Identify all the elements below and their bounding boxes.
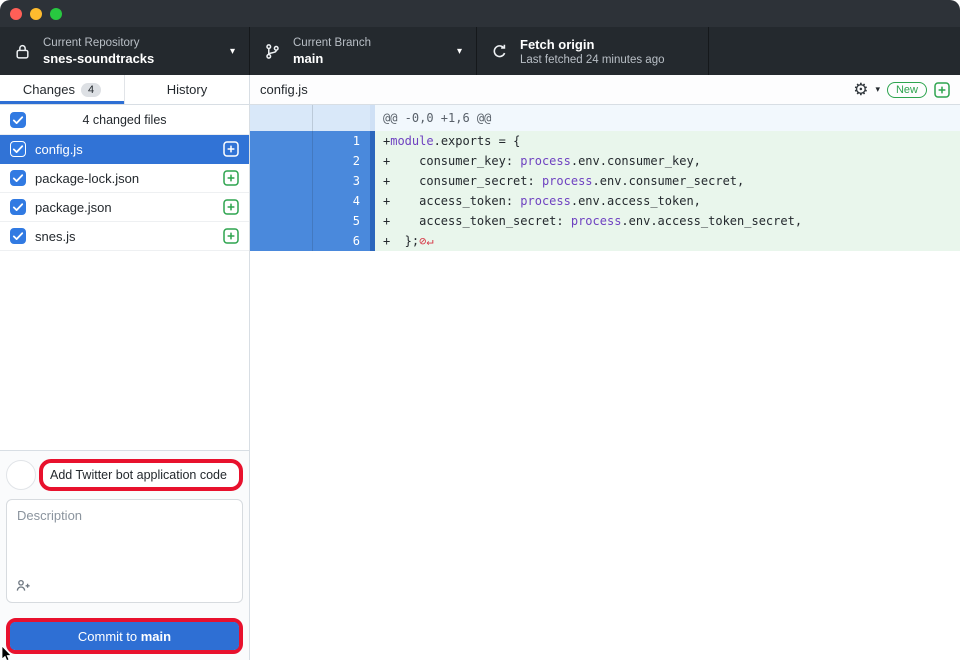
- chevron-down-icon: ▾: [230, 46, 235, 57]
- file-name: snes.js: [35, 229, 75, 244]
- fetch-title: Fetch origin: [520, 37, 665, 52]
- commit-form: Commit to main: [0, 450, 249, 660]
- mouse-cursor: [1, 646, 13, 660]
- minimize-window-button[interactable]: [30, 8, 42, 20]
- diff-header: config.js ⚙ ▾ New: [250, 75, 960, 105]
- annotation-highlight-commit-button: Commit to main: [6, 618, 243, 654]
- branch-name: main: [293, 51, 371, 66]
- diff-line: 3 + consumer_secret: process.env.consume…: [250, 171, 960, 191]
- sidebar: Changes 4 History 4 changed files config…: [0, 75, 250, 660]
- fetch-origin-button[interactable]: Fetch origin Last fetched 24 minutes ago: [477, 27, 709, 75]
- file-checkbox[interactable]: [10, 199, 26, 215]
- plus-square-icon[interactable]: [223, 170, 239, 186]
- close-window-button[interactable]: [10, 8, 22, 20]
- toolbar: Current Repository snes-soundtracks ▾ Cu…: [0, 27, 960, 75]
- diff-gutter-old[interactable]: [250, 231, 312, 251]
- diff-gutter-old[interactable]: [250, 131, 312, 151]
- diff-code-line: + consumer_key: process.env.consumer_key…: [375, 151, 960, 171]
- diff-line: 4 + access_token: process.env.access_tok…: [250, 191, 960, 211]
- diff-line-number[interactable]: 4: [312, 191, 370, 211]
- diff-lines: 1 +module.exports = { 2 + consumer_key: …: [250, 131, 960, 251]
- file-checkbox[interactable]: [10, 141, 26, 157]
- file-list-empty-space: [0, 251, 249, 450]
- git-branch-icon: [264, 43, 281, 60]
- diff-code-line: + access_token: process.env.access_token…: [375, 191, 960, 211]
- diff-line-number[interactable]: 3: [312, 171, 370, 191]
- add-coauthor-icon[interactable]: [15, 578, 31, 599]
- tab-changes-label: Changes: [23, 82, 75, 97]
- diff-line-number[interactable]: 6: [312, 231, 370, 251]
- new-badge: New: [887, 82, 927, 98]
- file-list: config.js package-lock.json package.json…: [0, 135, 249, 251]
- select-all-checkbox[interactable]: [10, 112, 26, 128]
- sync-icon: [491, 43, 508, 60]
- commit-description-textarea[interactable]: [6, 499, 243, 603]
- diff-line-number[interactable]: 2: [312, 151, 370, 171]
- file-row[interactable]: package-lock.json: [0, 164, 249, 193]
- hunk-header-text: @@ -0,0 +1,6 @@: [375, 105, 960, 131]
- changed-files-count: 4 changed files: [0, 113, 249, 127]
- titlebar: [0, 0, 960, 27]
- commit-button[interactable]: Commit to main: [10, 622, 239, 650]
- open-file-tab: config.js: [260, 82, 308, 97]
- diff-code-line: + consumer_secret: process.env.consumer_…: [375, 171, 960, 191]
- changes-count-badge: 4: [81, 83, 101, 97]
- chevron-down-icon[interactable]: ▾: [875, 84, 880, 95]
- diff-line: 5 + access_token_secret: process.env.acc…: [250, 211, 960, 231]
- plus-square-icon[interactable]: [223, 141, 239, 157]
- diff-code-line: +module.exports = {: [375, 131, 960, 151]
- diff-code-line: + };⊘↵: [375, 231, 960, 251]
- lock-icon: [14, 43, 31, 60]
- hunk-header-row: @@ -0,0 +1,6 @@: [250, 105, 960, 131]
- changed-files-header: 4 changed files: [0, 105, 249, 135]
- diff-line: 6 + };⊘↵: [250, 231, 960, 251]
- zoom-window-button[interactable]: [50, 8, 62, 20]
- diff-gutter-old[interactable]: [250, 151, 312, 171]
- repository-name: snes-soundtracks: [43, 51, 154, 66]
- diff-line: 1 +module.exports = {: [250, 131, 960, 151]
- chevron-down-icon: ▾: [457, 46, 462, 57]
- file-name: package.json: [35, 200, 112, 215]
- file-row[interactable]: snes.js: [0, 222, 249, 251]
- diff-view: @@ -0,0 +1,6 @@ 1 +module.exports = { 2 …: [250, 105, 960, 660]
- file-name: config.js: [35, 142, 83, 157]
- gear-icon[interactable]: ⚙: [853, 81, 868, 98]
- diff-gutter-old[interactable]: [250, 211, 312, 231]
- tab-history-label: History: [167, 82, 207, 97]
- current-repository-dropdown[interactable]: Current Repository snes-soundtracks ▾: [0, 27, 250, 75]
- file-checkbox[interactable]: [10, 170, 26, 186]
- file-row[interactable]: config.js: [0, 135, 249, 164]
- commit-button-branch: main: [141, 629, 171, 644]
- sidebar-tabs: Changes 4 History: [0, 75, 249, 105]
- plus-square-icon[interactable]: [223, 199, 239, 215]
- diff-code-line: + access_token_secret: process.env.acces…: [375, 211, 960, 231]
- expand-plus-icon[interactable]: [934, 82, 950, 98]
- fetch-subtitle: Last fetched 24 minutes ago: [520, 54, 665, 66]
- file-checkbox[interactable]: [10, 228, 26, 244]
- github-desktop-window: Current Repository snes-soundtracks ▾ Cu…: [0, 0, 960, 660]
- diff-line-number[interactable]: 1: [312, 131, 370, 151]
- repository-label: Current Repository: [43, 37, 154, 49]
- diff-gutter-old[interactable]: [250, 171, 312, 191]
- diff-line-number[interactable]: 5: [312, 211, 370, 231]
- annotation-highlight-summary: [39, 459, 243, 491]
- plus-square-icon[interactable]: [223, 228, 239, 244]
- commit-summary-input[interactable]: [43, 463, 239, 487]
- avatar: [6, 460, 36, 490]
- main-panel: config.js ⚙ ▾ New @@ -0,0 +1,6 @@ 1: [250, 75, 960, 660]
- diff-gutter-old[interactable]: [250, 191, 312, 211]
- file-row[interactable]: package.json: [0, 193, 249, 222]
- tab-changes[interactable]: Changes 4: [0, 75, 124, 104]
- branch-label: Current Branch: [293, 37, 371, 49]
- current-branch-dropdown[interactable]: Current Branch main ▾: [250, 27, 477, 75]
- diff-line: 2 + consumer_key: process.env.consumer_k…: [250, 151, 960, 171]
- tab-history[interactable]: History: [124, 75, 249, 104]
- toolbar-filler: [709, 27, 960, 75]
- file-name: package-lock.json: [35, 171, 139, 186]
